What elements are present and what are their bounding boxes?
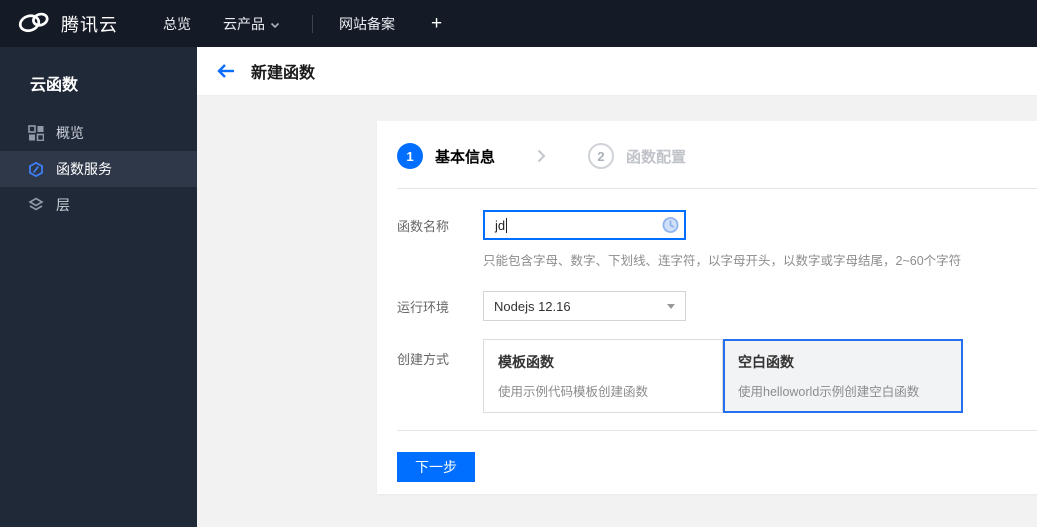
card-description: 使用helloworld示例创建空白函数 [738, 385, 920, 399]
function-name-row: 函数名称 jd [397, 210, 1037, 240]
creation-method-row: 创建方式 模板函数 使用示例代码模板创建函数 空白函数 使用helloworld… [397, 339, 1037, 413]
sidebar-item-label: 概览 [56, 125, 84, 141]
sidebar-item-function-service[interactable]: 函数服务 [0, 151, 197, 187]
text-cursor [506, 217, 508, 233]
function-name-help: 只能包含字母、数字、下划线、连字符，以字母开头，以数字或字母结尾，2~60个字符 [483, 254, 962, 268]
page-title: 新建函数 [251, 65, 316, 82]
tencent-cloud-logo[interactable]: 腾讯云 [16, 8, 118, 39]
step-chevron-icon [537, 149, 546, 163]
sidebar-item-overview[interactable]: 概览 [0, 115, 197, 151]
back-button[interactable] [215, 60, 237, 82]
basic-info-form: 函数名称 jd 只能包含字母、数字、下划线、连字符，以字母开头，以数字或字母结尾… [377, 210, 1037, 413]
clock-icon [662, 217, 679, 234]
top-nav-bar: 腾讯云 总览 云产品 网站备案 + [0, 0, 1037, 47]
nav-item-icp-filing[interactable]: 网站备案 [339, 14, 395, 34]
step-wizard: 1 基本信息 2 函数配置 [377, 121, 1037, 169]
card-template-function[interactable]: 模板函数 使用示例代码模板创建函数 [483, 339, 723, 413]
footer-divider [397, 430, 1037, 431]
sidebar-item-label: 函数服务 [56, 161, 112, 177]
scf-icon [28, 161, 44, 178]
runtime-label: 运行环境 [397, 299, 450, 315]
step-label: 函数配置 [626, 148, 687, 166]
step-function-config: 2 函数配置 [588, 143, 686, 169]
runtime-select[interactable]: Nodejs 12.16 [483, 291, 686, 321]
logo-text: 腾讯云 [61, 14, 118, 35]
sidebar-item-label: 层 [56, 197, 70, 213]
card-description: 使用示例代码模板创建函数 [498, 385, 649, 399]
select-caret-icon [667, 303, 675, 309]
layers-icon [28, 197, 44, 213]
nav-item-overview[interactable]: 总览 [163, 14, 191, 34]
top-nav-items: 总览 云产品 网站备案 + [163, 13, 442, 35]
step-number-badge: 2 [588, 143, 615, 169]
creation-method-label: 创建方式 [397, 352, 450, 367]
next-step-button[interactable]: 下一步 [397, 452, 475, 482]
function-name-label: 函数名称 [397, 218, 450, 234]
function-name-input[interactable]: jd [483, 210, 686, 240]
creation-method-cards: 模板函数 使用示例代码模板创建函数 空白函数 使用helloworld示例创建空… [483, 339, 963, 413]
step-basic-info: 1 基本信息 [397, 143, 495, 169]
card-blank-function[interactable]: 空白函数 使用helloworld示例创建空白函数 [723, 339, 963, 413]
cloud-logo-icon [16, 8, 52, 39]
card-title: 空白函数 [738, 354, 794, 370]
nav-item-cloud-products[interactable]: 云产品 [223, 14, 280, 34]
step-label: 基本信息 [435, 148, 496, 166]
sidebar-title: 云函数 [30, 77, 79, 94]
grid-icon [28, 125, 44, 141]
page-header: 新建函数 [197, 47, 1037, 96]
sidebar-item-layers[interactable]: 层 [0, 187, 197, 223]
nav-divider [312, 14, 313, 33]
runtime-selected-value: Nodejs 12.16 [494, 298, 571, 314]
section-divider [397, 188, 1037, 189]
step-number-badge: 1 [397, 143, 423, 169]
runtime-row: 运行环境 Nodejs 12.16 [397, 291, 1037, 321]
function-name-value: jd [495, 217, 506, 233]
content-area: 1 基本信息 2 函数配置 函数名称 jd 只能包含字母、数字、下划线、连字符，… [197, 96, 1037, 527]
sidebar: 云函数 概览 函数服务 层 [0, 47, 197, 527]
create-function-panel: 1 基本信息 2 函数配置 函数名称 jd 只能包含字母、数字、下划线、连字符，… [377, 121, 1037, 494]
add-tab-button[interactable]: + [431, 13, 442, 35]
chevron-down-icon [270, 16, 280, 32]
card-title: 模板函数 [498, 354, 554, 370]
